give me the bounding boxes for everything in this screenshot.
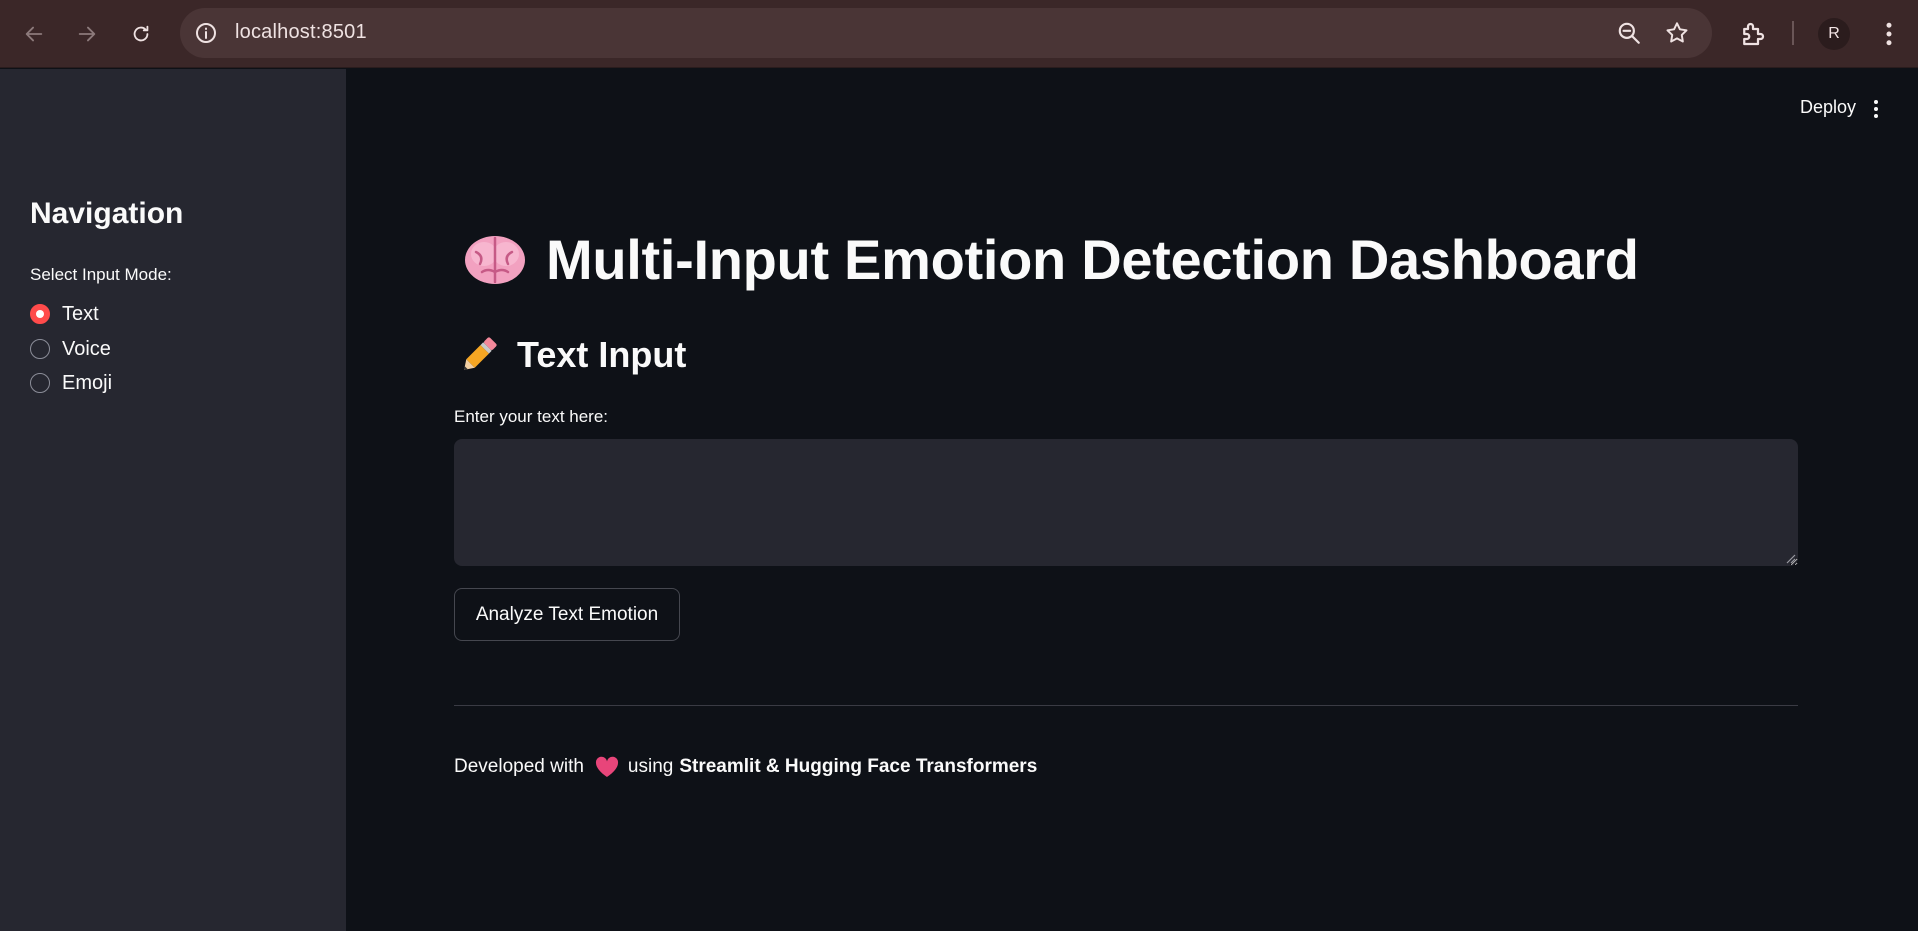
footer-credits: Streamlit & Hugging Face Transformers xyxy=(679,756,1038,777)
extensions-icon[interactable] xyxy=(1738,19,1768,49)
radio-button-checked[interactable] xyxy=(30,304,50,324)
browser-menu-icon[interactable] xyxy=(1874,18,1904,50)
heart-icon xyxy=(595,756,618,777)
radio-button[interactable] xyxy=(30,373,50,393)
url-text[interactable]: localhost:8501 xyxy=(235,21,367,44)
input-mode-label: Select Input Mode: xyxy=(30,265,172,284)
site-info-icon[interactable] xyxy=(194,21,218,45)
resize-grip-icon[interactable] xyxy=(1784,552,1796,564)
page-title: Multi-Input Emotion Detection Dashboard xyxy=(546,228,1639,291)
footer-prefix: Developed with xyxy=(454,756,584,777)
app-menu-icon[interactable] xyxy=(1866,97,1886,121)
footer: Developed with using Streamlit & Hugging… xyxy=(454,755,1037,779)
forward-button[interactable] xyxy=(70,17,104,51)
divider xyxy=(454,705,1798,706)
browser-toolbar: localhost:8501 R xyxy=(0,0,1918,68)
radio-option-label[interactable]: Emoji xyxy=(62,372,112,395)
profile-avatar[interactable]: R xyxy=(1818,18,1850,50)
bookmark-star-icon[interactable] xyxy=(1664,20,1690,46)
pencil-icon xyxy=(464,337,497,370)
main-content: Deploy Multi-Input Emotion Detection Das… xyxy=(347,69,1918,931)
radio-option-label[interactable]: Voice xyxy=(62,338,111,361)
page-title-row: Multi-Input Emotion Detection Dashboard xyxy=(462,227,1639,292)
text-input-area[interactable] xyxy=(454,439,1798,566)
text-input-label: Enter your text here: xyxy=(454,407,609,426)
radio-button[interactable] xyxy=(30,339,50,359)
arrow-left-icon xyxy=(25,26,43,42)
address-bar[interactable]: localhost:8501 xyxy=(180,8,1712,58)
arrow-right-icon xyxy=(78,26,96,42)
radio-option-text[interactable]: Text xyxy=(30,299,99,329)
zoom-out-icon[interactable] xyxy=(1616,20,1642,46)
toolbar-divider xyxy=(1792,21,1794,45)
reload-icon xyxy=(133,25,149,42)
deploy-button[interactable]: Deploy xyxy=(1800,97,1856,118)
back-button[interactable] xyxy=(17,17,51,51)
sidebar: Navigation Select Input Mode: Text Voice… xyxy=(0,69,346,931)
section-header: Text Input xyxy=(457,333,686,377)
analyze-text-button[interactable]: Analyze Text Emotion xyxy=(454,588,680,641)
section-title: Text Input xyxy=(517,334,687,375)
footer-using: using xyxy=(627,756,674,777)
radio-option-label[interactable]: Text xyxy=(62,303,99,326)
reload-button[interactable] xyxy=(124,17,158,51)
sidebar-heading: Navigation xyxy=(30,197,184,230)
radio-option-emoji[interactable]: Emoji xyxy=(30,368,112,398)
radio-option-voice[interactable]: Voice xyxy=(30,334,111,364)
brain-icon xyxy=(465,235,525,284)
